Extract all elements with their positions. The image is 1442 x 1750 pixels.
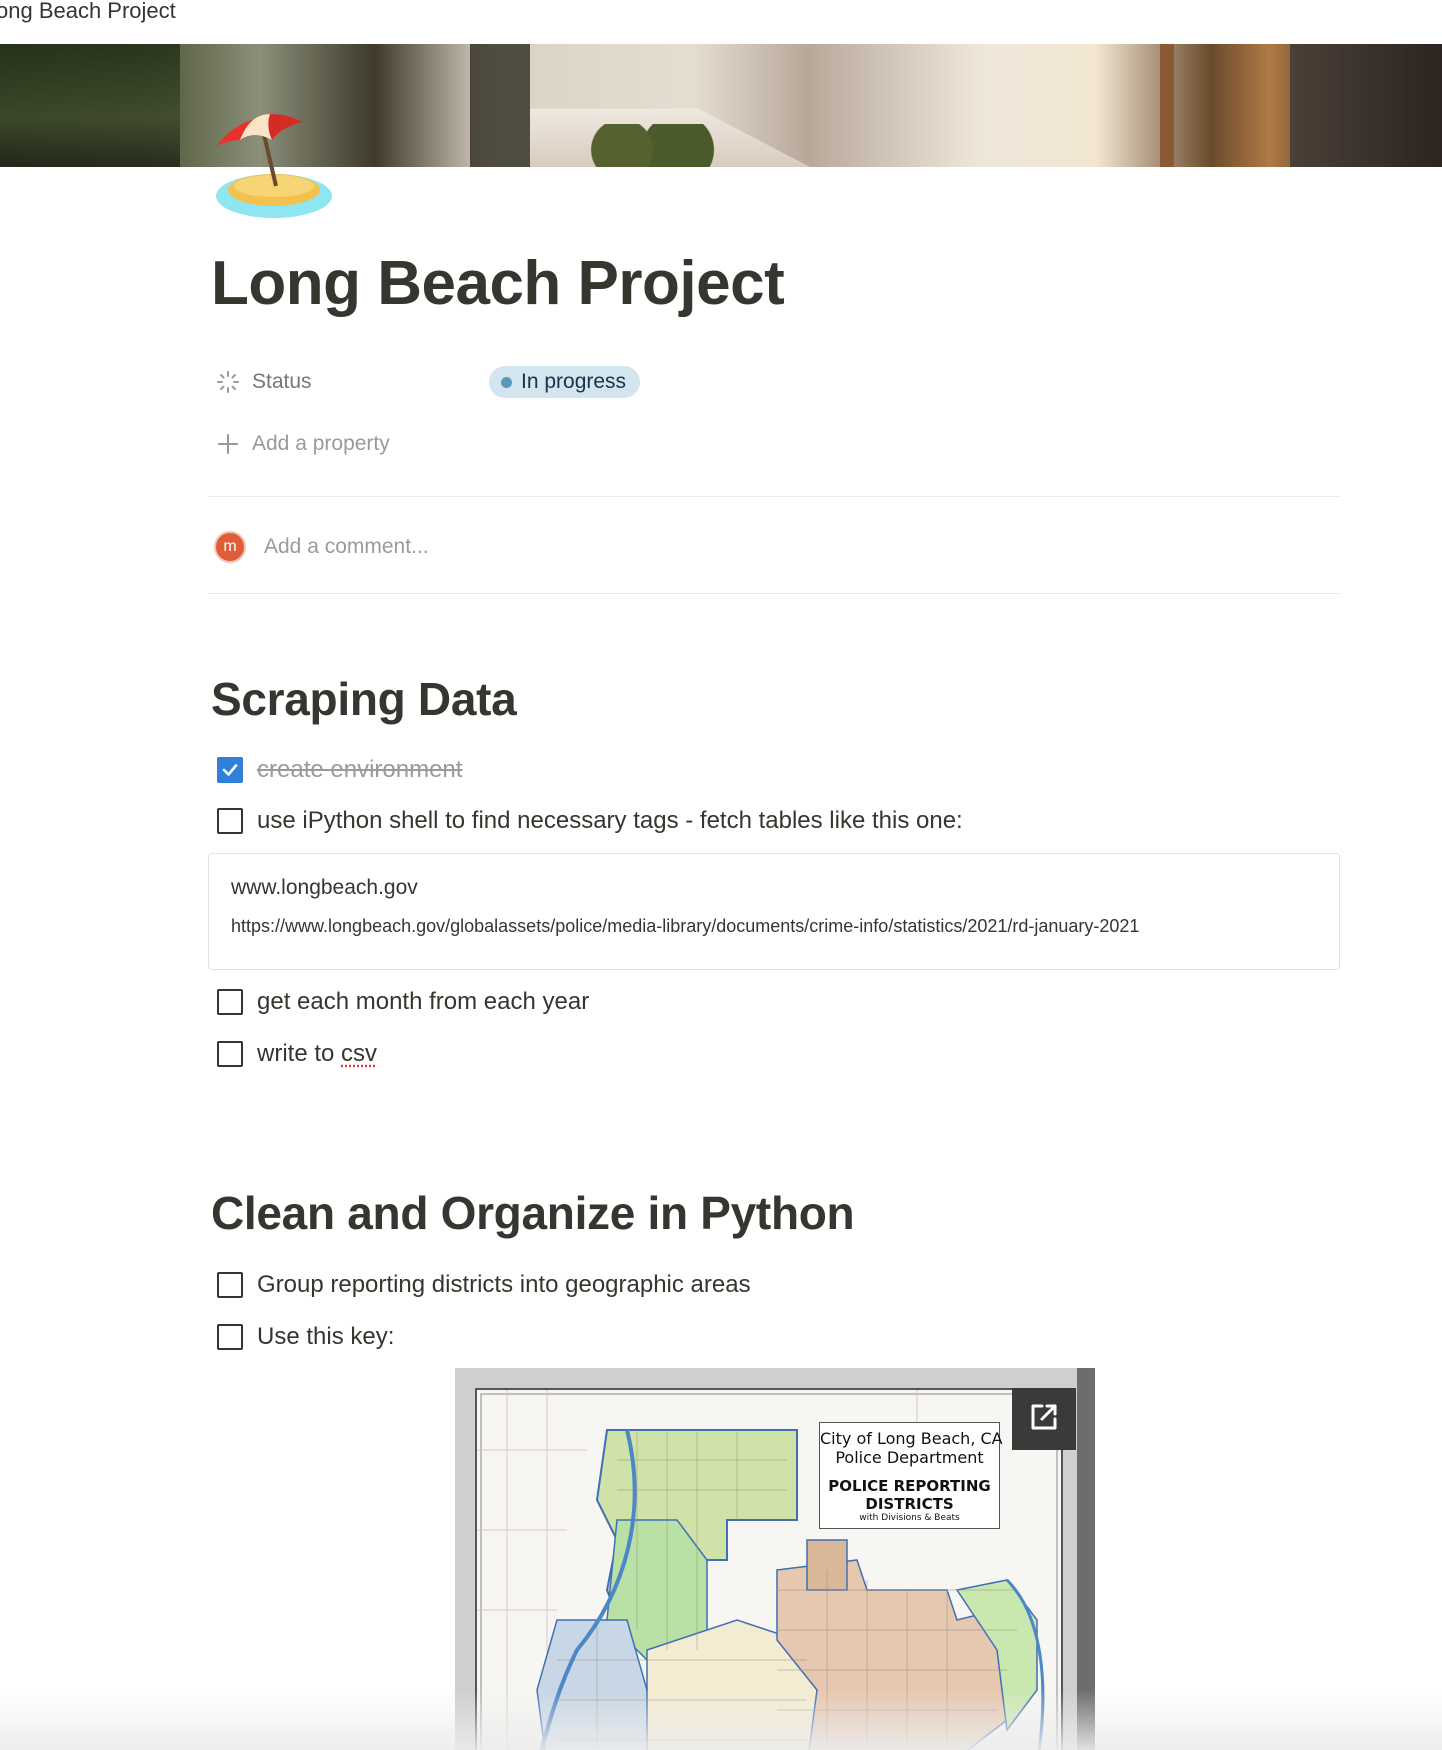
bookmark-title: www.longbeach.gov bbox=[231, 876, 418, 899]
status-dot bbox=[501, 376, 512, 388]
checkbox[interactable] bbox=[217, 1272, 243, 1298]
checkbox[interactable] bbox=[217, 989, 243, 1015]
divider bbox=[208, 593, 1340, 594]
open-external-button[interactable] bbox=[1012, 1388, 1076, 1450]
section-heading-scraping-data[interactable]: Scraping Data bbox=[211, 672, 517, 726]
map-legend-line: Police Department bbox=[835, 1448, 984, 1467]
todo-item[interactable]: Use this key: bbox=[217, 1319, 394, 1355]
section-heading-clean-organize[interactable]: Clean and Organize in Python bbox=[211, 1186, 855, 1240]
status-loader-icon bbox=[214, 368, 242, 396]
todo-text-prefix: write to bbox=[257, 1040, 342, 1067]
todo-text: create environment bbox=[257, 756, 463, 783]
add-property-button[interactable]: Add a property bbox=[214, 424, 390, 464]
todo-item[interactable]: write to csv bbox=[217, 1036, 377, 1072]
todo-item[interactable]: Group reporting districts into geographi… bbox=[217, 1267, 751, 1303]
bookmark-url: https://www.longbeach.gov/globalassets/p… bbox=[231, 916, 1140, 936]
todo-item[interactable]: get each month from each year bbox=[217, 984, 589, 1020]
todo-text: use iPython shell to find necessary tags… bbox=[257, 807, 963, 834]
spellcheck-flagged-word: csv bbox=[341, 1040, 378, 1067]
map-legend-line: DISTRICTS bbox=[865, 1495, 954, 1513]
checkbox-checked[interactable] bbox=[217, 757, 243, 783]
map-legend-box: City of Long Beach, CA Police Department… bbox=[819, 1422, 1003, 1529]
checkbox[interactable] bbox=[217, 808, 243, 834]
todo-text: Group reporting districts into geographi… bbox=[257, 1271, 751, 1298]
map-frame-edge bbox=[1077, 1368, 1095, 1750]
tab-title[interactable]: ong Beach Project bbox=[0, 0, 176, 24]
todo-text: write to csv bbox=[257, 1040, 377, 1068]
map-legend-line: with Divisions & Beats bbox=[859, 1513, 960, 1523]
web-bookmark[interactable]: www.longbeach.gov https://www.longbeach.… bbox=[208, 853, 1340, 970]
property-status[interactable]: Status bbox=[214, 362, 312, 402]
map-legend-line: City of Long Beach, CA bbox=[820, 1429, 1003, 1448]
todo-text: Use this key: bbox=[257, 1323, 395, 1350]
beach-umbrella-island-icon[interactable] bbox=[210, 100, 335, 225]
todo-item[interactable]: use iPython shell to find necessary tags… bbox=[217, 803, 963, 839]
todo-item[interactable]: create environment bbox=[217, 752, 462, 788]
property-status-label: Status bbox=[252, 370, 312, 393]
avatar: m bbox=[214, 531, 246, 563]
status-value: In progress bbox=[521, 370, 627, 393]
checkbox[interactable] bbox=[217, 1041, 243, 1067]
page-title[interactable]: Long Beach Project bbox=[211, 248, 785, 319]
divider bbox=[208, 496, 1340, 497]
map-legend-line: POLICE REPORTING bbox=[828, 1477, 991, 1495]
status-badge[interactable]: In progress bbox=[489, 366, 641, 398]
todo-text: get each month from each year bbox=[257, 988, 590, 1015]
checkbox[interactable] bbox=[217, 1324, 243, 1350]
comment-input[interactable]: Add a comment... bbox=[264, 535, 429, 559]
comment-row[interactable]: m Add a comment... bbox=[214, 530, 429, 564]
add-property-label: Add a property bbox=[252, 432, 390, 455]
plus-icon bbox=[214, 430, 242, 458]
external-link-icon bbox=[1028, 1401, 1060, 1438]
